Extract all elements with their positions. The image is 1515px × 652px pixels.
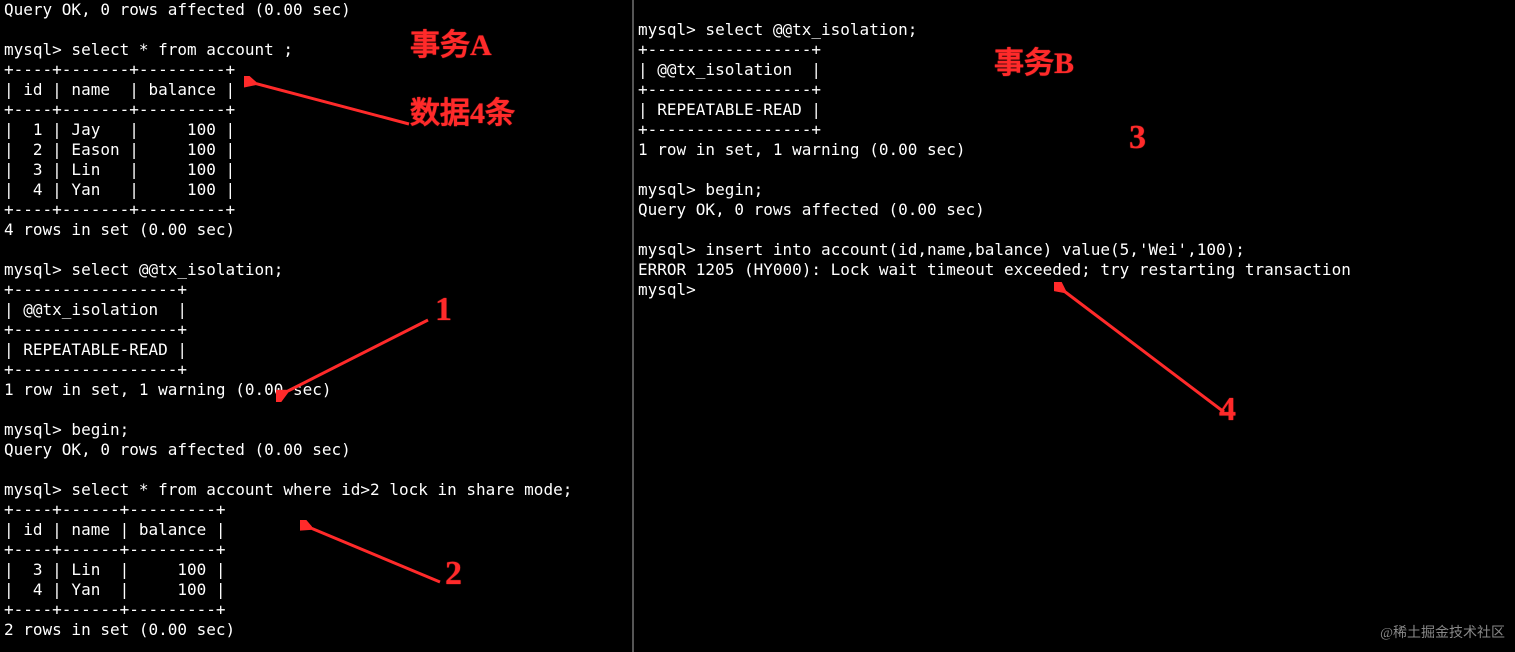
arrow-icon [244,76,414,130]
terminal-output-b: mysql> select @@tx_isolation; +---------… [638,0,1511,300]
terminal-container: Query OK, 0 rows affected (0.00 sec) mys… [0,0,1515,652]
annotation-step-1: 1 [435,300,452,320]
arrow-icon [276,312,436,402]
terminal-pane-b[interactable]: mysql> select @@tx_isolation; +---------… [634,0,1515,652]
annotation-transaction-b: 事务B [994,54,1074,74]
terminal-pane-a[interactable]: Query OK, 0 rows affected (0.00 sec) mys… [0,0,634,652]
watermark-text: @稀土掘金技术社区 [1380,624,1505,644]
arrow-icon [300,520,450,592]
annotation-transaction-a: 事务A [410,36,492,56]
arrow-icon [1054,282,1234,422]
annotation-step-3: 3 [1129,128,1146,148]
annotation-data-rows: 数据4条 [410,104,515,124]
